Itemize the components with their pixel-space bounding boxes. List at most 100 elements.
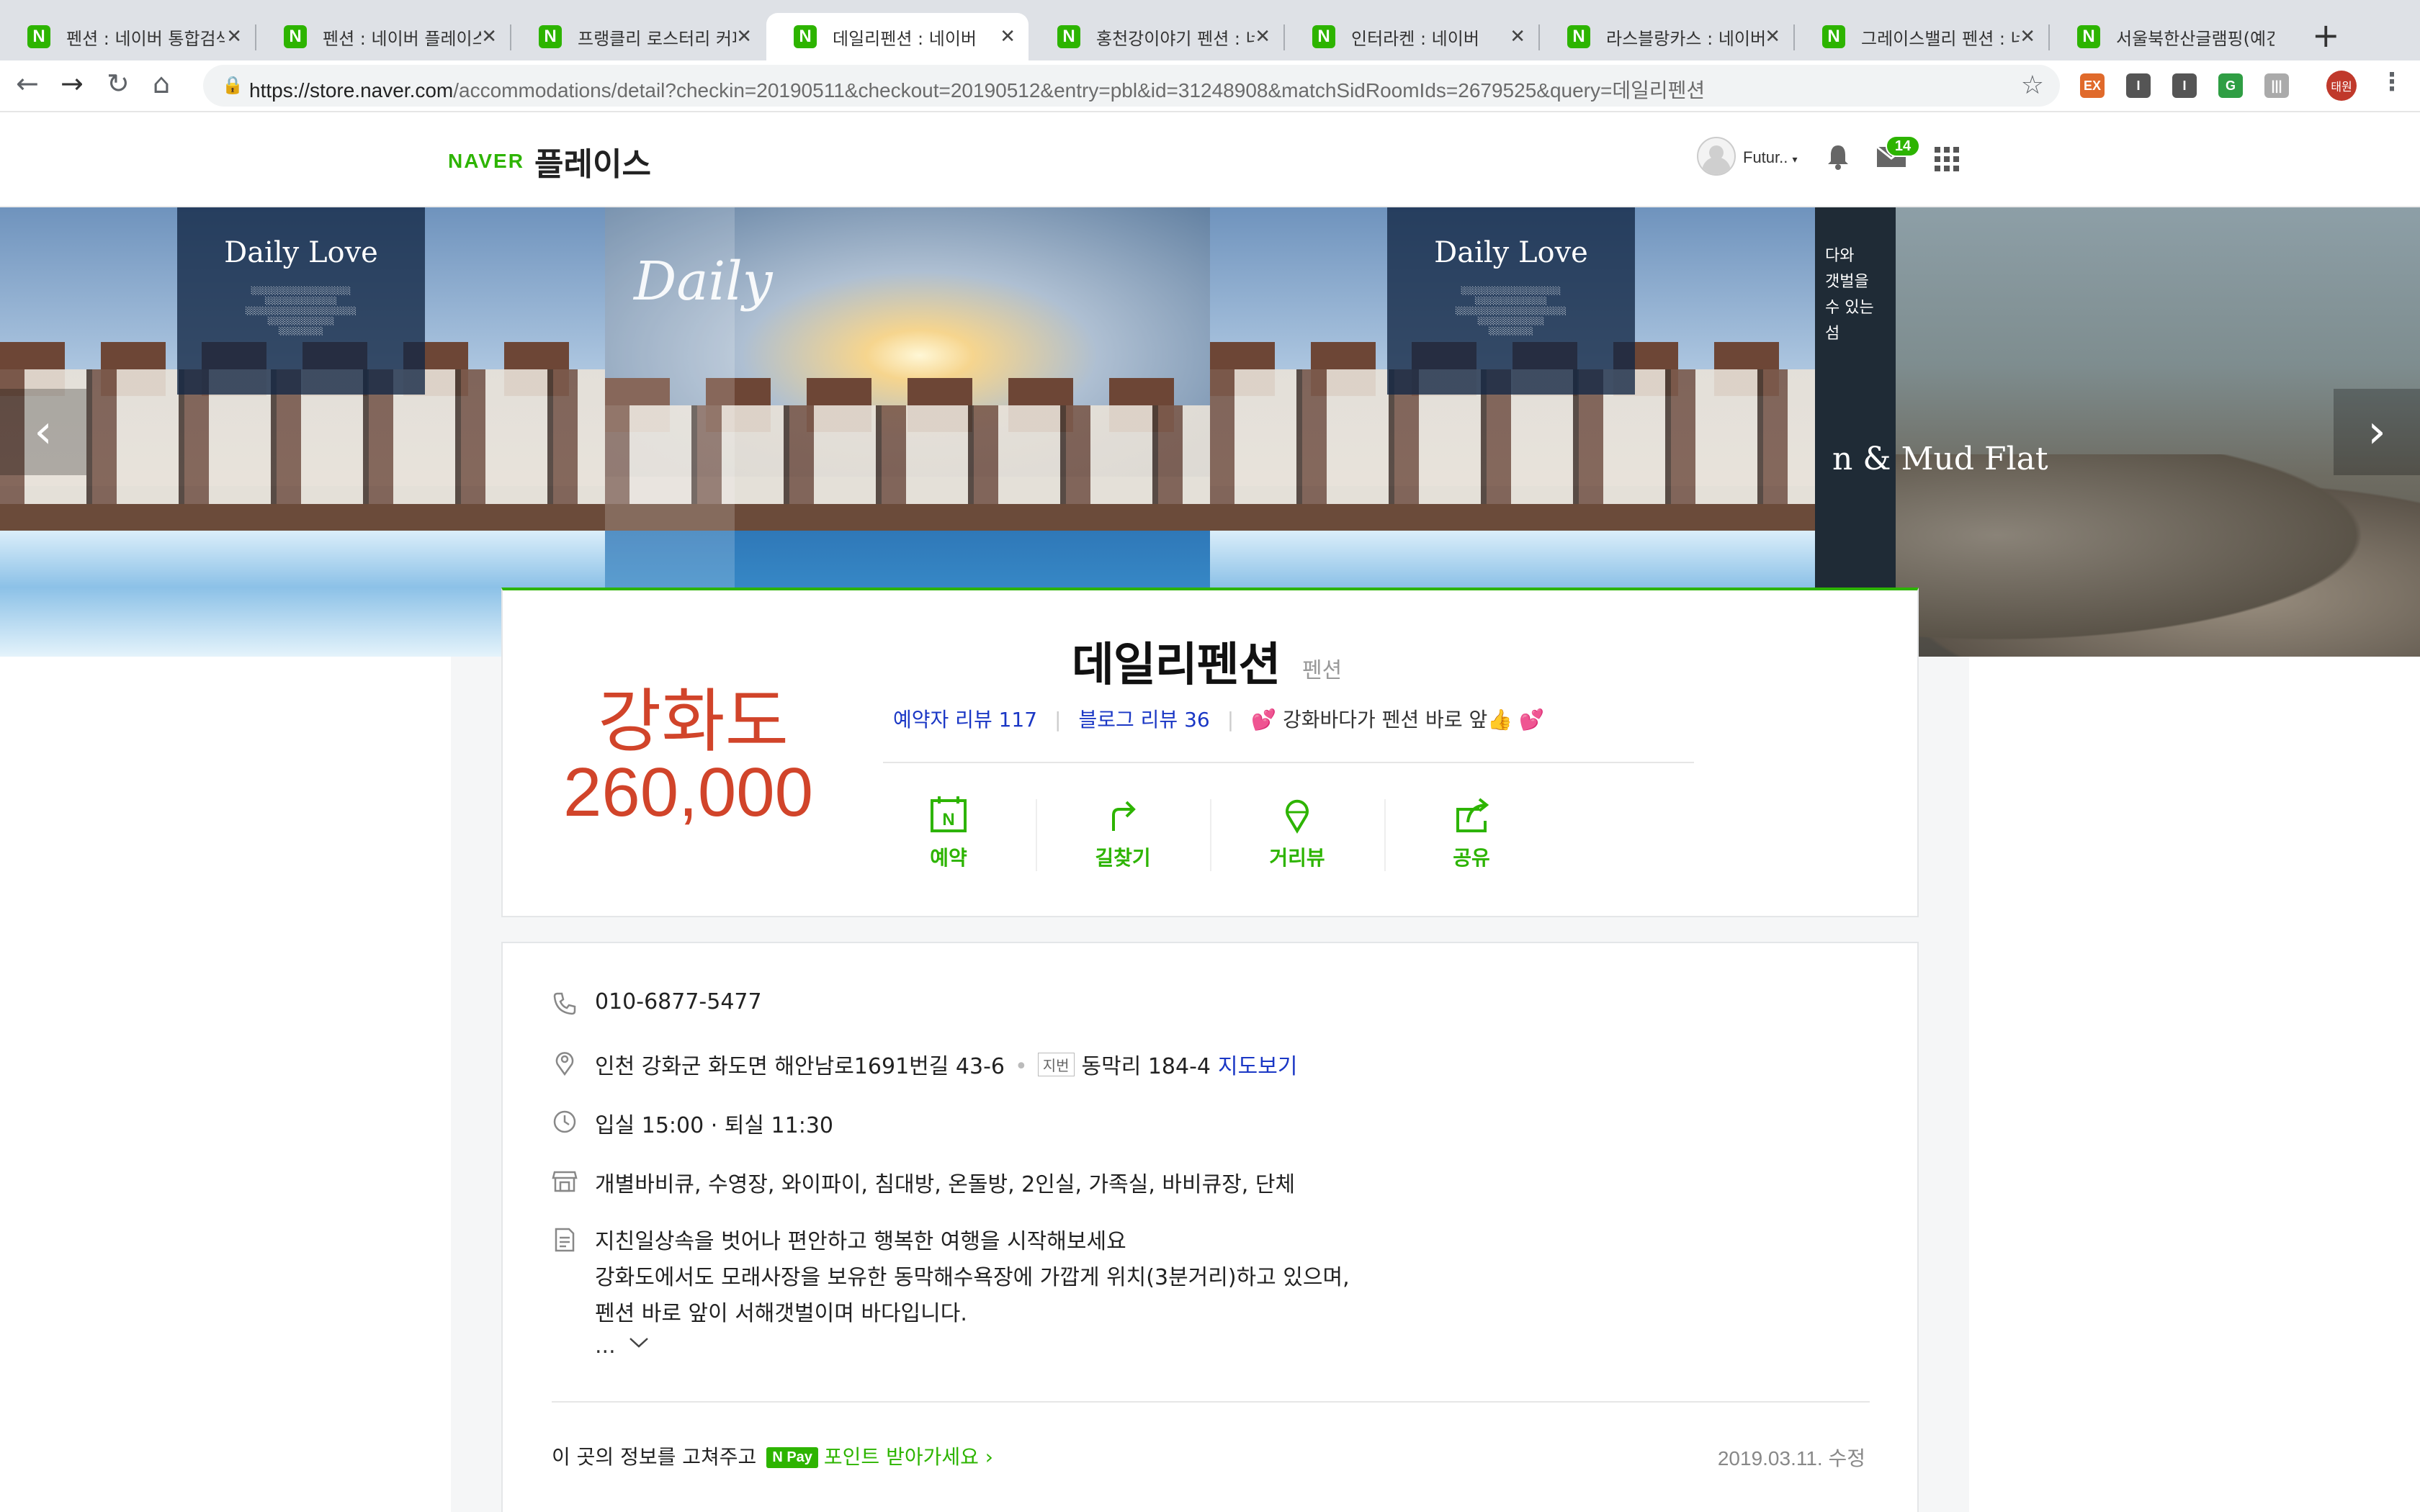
browser-tab[interactable]: N 그레이스밸리 펜션 : 네이 ✕ [1795, 13, 2048, 60]
directions-button[interactable]: 길찾기 [1036, 795, 1210, 874]
browser-tab[interactable]: N 홍천강이야기 펜션 : 네이 ✕ [1030, 13, 1283, 60]
tab-title: 라스블랑카스 : 네이버 [1606, 28, 1765, 49]
earn-points-link[interactable]: 포인트 받아가세요 › [824, 1445, 993, 1469]
more-ellipsis: ... [595, 1333, 616, 1359]
naver-favicon-icon: N [27, 25, 50, 48]
home-icon[interactable]: ⌂ [153, 68, 170, 99]
url-path: /accommodations/detail?checkin=20190511&… [453, 79, 1706, 102]
calendar-n-icon: N [931, 796, 967, 832]
naver-favicon-icon: N [1057, 25, 1080, 48]
naver-favicon-icon: N [794, 25, 817, 48]
back-arrow-icon[interactable]: ← [16, 68, 39, 99]
prev-slide-button[interactable]: ‹ [0, 389, 86, 475]
tab-title: 인터라켄 : 네이버 [1351, 28, 1479, 49]
url-host: https://store.naver.com [249, 79, 454, 102]
close-icon[interactable]: ✕ [1510, 26, 1525, 48]
profile-avatar[interactable]: 태원 [2326, 71, 2357, 101]
apps-grid-icon[interactable] [1935, 147, 1959, 171]
browser-tab[interactable]: N 프랭클리 로스터리 커피 ✕ [511, 13, 765, 60]
more-menu-icon[interactable]: ⋮ [2380, 68, 2404, 96]
phone-icon [553, 992, 576, 1015]
heart-emoji-icon: 💕 [1519, 708, 1544, 732]
close-icon[interactable]: ✕ [226, 26, 242, 48]
address-bar[interactable]: 🔒 https://store.naver.com/accommodations… [203, 65, 2060, 107]
close-icon[interactable]: ✕ [1000, 26, 1016, 48]
site-header: NAVER 플레이스 Futur.. ▾ 14 [0, 112, 2420, 207]
region-label: 강화도 [598, 681, 789, 762]
user-name[interactable]: Futur.. ▾ [1743, 148, 1798, 167]
npay-badge: N Pay [766, 1447, 818, 1468]
checkout-time: 퇴실 11:30 [724, 1113, 834, 1138]
directions-arrow-icon [1112, 801, 1136, 831]
naver-favicon-icon: N [284, 25, 307, 48]
browser-tab-bar: N 펜션 : 네이버 통합검색 ✕ N 펜션 : 네이버 플레이스 ✕ N 프랭… [0, 0, 2420, 60]
slide-title: Daily Love [224, 236, 378, 269]
map-view-link[interactable]: 지도보기 [1218, 1054, 1297, 1079]
photo-text-panel: Daily Love ░░░░░░░░░░░░░░░░░░ ░░░░░░░░░░░… [1387, 207, 1635, 395]
extension-icon[interactable]: I [2172, 73, 2197, 98]
browser-tab[interactable]: N 인터라켄 : 네이버 ✕ [1285, 13, 1538, 60]
browser-toolbar: ← → ↻ ⌂ 🔒 https://store.naver.com/accomm… [0, 60, 2420, 112]
caret-down-icon: ▾ [1792, 153, 1798, 165]
close-icon[interactable]: ✕ [1765, 26, 1780, 48]
extension-icon[interactable]: I [2126, 73, 2151, 98]
dot-separator: • [1014, 1054, 1028, 1079]
browser-tab-active[interactable]: N 데일리펜션 : 네이버 ✕ [766, 13, 1028, 60]
url-text: https://store.naver.com/accommodations/d… [249, 75, 1705, 104]
phone-number[interactable]: 010-6877-5477 [595, 989, 762, 1014]
user-avatar-icon[interactable] [1697, 137, 1736, 176]
price-label: 260,000 [563, 754, 814, 831]
close-icon[interactable]: ✕ [1255, 26, 1270, 48]
close-icon[interactable]: ✕ [736, 26, 752, 48]
browser-tab[interactable]: N 펜션 : 네이버 플레이스 ✕ [256, 13, 510, 60]
close-icon[interactable]: ✕ [2020, 26, 2035, 48]
divider [552, 1401, 1870, 1403]
bell-icon[interactable] [1824, 143, 1852, 171]
promo-text: 강화바다가 펜션 바로 앞 [1282, 708, 1488, 732]
share-button[interactable]: 공유 [1384, 795, 1559, 874]
road-address: 인천 강화군 화도면 해안남로1691번길 43-6 [595, 1054, 1005, 1079]
browser-tab[interactable]: N 라스블랑카스 : 네이버 ✕ [1540, 13, 1793, 60]
new-tab-button[interactable]: + [2312, 16, 2340, 55]
naver-logo[interactable]: NAVER [448, 150, 524, 173]
tab-title: 홍천강이야기 펜션 : 네이 [1096, 28, 1255, 49]
share-icon [1456, 798, 1489, 832]
expand-description-button[interactable]: ... [595, 1333, 650, 1359]
photo-text-panel: Daily Love ░░░░░░░░░░░░░░░░░░ ░░░░░░░░░░░… [177, 207, 425, 395]
service-title[interactable]: 플레이스 [534, 138, 651, 184]
store-icon [552, 1171, 578, 1192]
chevron-down-icon [629, 1338, 649, 1348]
description: 지친일상속을 벗어나 편안하고 행복한 여행을 시작해보세요 강화도에서도 모래… [595, 1224, 1350, 1332]
extension-icon[interactable]: ||| [2264, 73, 2289, 98]
slide-small-print: ░░░░░░░░░░░░░░░░░░ ░░░░░░░░░░░░░ ░░░░░░░░░… [246, 287, 357, 336]
naver-favicon-icon: N [2077, 25, 2100, 48]
browser-tab[interactable]: N 펜션 : 네이버 통합검색 ✕ [0, 13, 255, 60]
naver-favicon-icon: N [1822, 25, 1845, 48]
edit-info-text: 이 곳의 정보를 고쳐주고 [552, 1445, 757, 1469]
booker-review-link[interactable]: 예약자 리뷰 117 [893, 708, 1037, 732]
place-category: 펜션 [1302, 658, 1343, 683]
tab-title: 그레이스밸리 펜션 : 네이 [1861, 28, 2020, 49]
document-icon [555, 1228, 575, 1252]
action-label: 공유 [1453, 846, 1490, 870]
street-view-button[interactable]: 거리뷰 [1210, 795, 1384, 874]
close-icon[interactable]: ✕ [481, 26, 497, 48]
extension-icon[interactable]: G [2218, 73, 2243, 98]
browser-tab[interactable]: N 서울북한산글램핑(예건 [2050, 13, 2303, 60]
naver-favicon-icon: N [539, 25, 562, 48]
reload-icon[interactable]: ↻ [107, 68, 130, 99]
place-name: 데일리펜션 [1072, 639, 1281, 692]
address-row: 인천 강화군 화도면 해안남로1691번길 43-6 • 지번 동막리 184-4 지도… [595, 1048, 1297, 1080]
bookmark-star-icon[interactable]: ☆ [2021, 71, 2044, 100]
forward-arrow-icon[interactable]: → [60, 68, 84, 99]
heart-emoji-icon: 💕 [1251, 708, 1277, 732]
tab-title: 프랭클리 로스터리 커피 [578, 28, 736, 49]
description-line: 강화도에서도 모래사장을 보유한 동막해수욕장에 가깝게 위치(3분거리)하고 … [595, 1265, 1350, 1290]
checkin-time: 입실 15:00 [595, 1113, 704, 1138]
description-line: 펜션 바로 앞이 서해갯벌이며 바다입니다. [595, 1301, 967, 1326]
blog-review-link[interactable]: 블로그 리뷰 36 [1078, 708, 1209, 732]
action-label: 길찾기 [1095, 846, 1151, 870]
reserve-button[interactable]: N 예약 [861, 795, 1036, 874]
next-slide-button[interactable]: › [2334, 389, 2420, 475]
extension-icon[interactable]: EX [2080, 73, 2105, 98]
